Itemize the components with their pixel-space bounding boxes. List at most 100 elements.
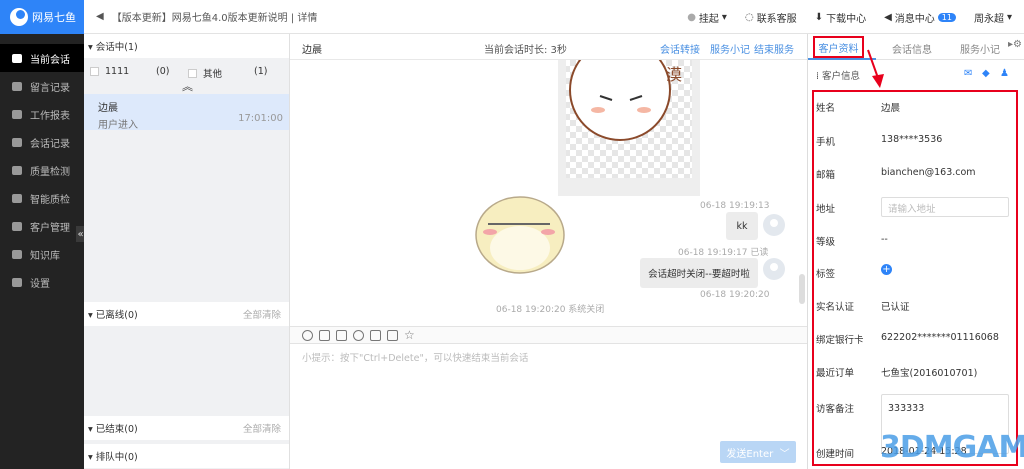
filter-1111[interactable]: 1111 bbox=[90, 66, 129, 77]
field-label: 地址 bbox=[816, 204, 836, 215]
note-icon bbox=[12, 81, 22, 91]
add-tag-icon[interactable]: + bbox=[881, 264, 892, 275]
collapse-up-icon[interactable]: ︽ bbox=[182, 78, 193, 94]
announcement[interactable]: ◀ 【版本更新】网易七鱼4.0版本更新说明 | 详情 bbox=[96, 9, 317, 24]
dashboard-icon bbox=[12, 165, 22, 175]
sidebar-item[interactable]: 质量检测 bbox=[0, 156, 84, 184]
field-value: 七鱼宝(2016010701) bbox=[881, 368, 978, 379]
announcement-text[interactable]: 【版本更新】网易七鱼4.0版本更新说明 | 详情 bbox=[112, 9, 318, 24]
user-menu[interactable]: 周永超 ▾ bbox=[974, 10, 1012, 25]
clear-all-link[interactable]: 全部清除 bbox=[243, 307, 281, 321]
scrollbar[interactable] bbox=[799, 274, 805, 304]
filter-count: (1) bbox=[254, 66, 268, 77]
message-center-link[interactable]: ◀ 消息中心 11 bbox=[884, 10, 956, 25]
star-icon[interactable]: ☆ bbox=[404, 328, 415, 342]
field-label: 手机 bbox=[816, 137, 836, 148]
sidebar-item-label: 知识库 bbox=[30, 250, 60, 262]
sidebar-nav: 当前会话留言记录工作报表会话记录质量检测智能质检客户管理知识库设置 bbox=[0, 34, 84, 469]
field-value: 边晨 bbox=[881, 103, 901, 114]
file-upload-icon[interactable] bbox=[336, 329, 347, 341]
sidebar-item[interactable]: 留言记录 bbox=[0, 72, 84, 100]
download-center-link[interactable]: ⬇ 下载中心 bbox=[815, 10, 866, 25]
service-note-link[interactable]: 服务小记 bbox=[710, 41, 750, 56]
field-value: -- bbox=[881, 234, 888, 245]
field-value: 已认证 bbox=[881, 302, 910, 313]
address-placeholder: 请输入地址 bbox=[888, 204, 936, 215]
ended-header[interactable]: ▾ 已结束(0) 全部清除 bbox=[84, 416, 289, 440]
emoji-icon[interactable] bbox=[302, 329, 313, 341]
transfer-link[interactable]: 会话转接 bbox=[660, 41, 700, 56]
sidebar-item[interactable]: 工作报表 bbox=[0, 100, 84, 128]
text-icon[interactable] bbox=[370, 329, 381, 341]
field-value: 138****3536 bbox=[881, 134, 943, 145]
field-label: 邮箱 bbox=[816, 170, 836, 181]
sidebar-item[interactable]: 客户管理 bbox=[0, 212, 84, 240]
field-label: 实名认证 bbox=[816, 302, 855, 313]
status-dropdown[interactable]: ● 挂起 ▾ bbox=[687, 10, 727, 25]
customer-panel: 客户资料 会话信息 服务小记 ▸⚙ ⁞ 客户信息 ✉ ◆ ♟ 姓名 边晨 手机 138… bbox=[808, 34, 1024, 469]
bird-sticker bbox=[475, 196, 565, 274]
field-label: 标签 bbox=[816, 269, 836, 280]
message-time: 06-18 19:19:13 bbox=[700, 201, 770, 211]
field-label: 访客备注 bbox=[816, 404, 855, 415]
sidebar-item-label: 当前会话 bbox=[30, 54, 70, 66]
watermark: 3DMGAME bbox=[880, 430, 1024, 465]
sidebar-item-label: 工作报表 bbox=[30, 110, 70, 122]
filter-count: (0) bbox=[156, 66, 170, 77]
image-icon[interactable] bbox=[319, 329, 330, 341]
session-name: 边晨 bbox=[98, 103, 118, 114]
sidebar-item[interactable]: 当前会话 bbox=[0, 44, 84, 72]
session-time: 17:01:00 bbox=[238, 113, 283, 124]
queue-header[interactable]: ▾ 排队中(0) bbox=[84, 444, 289, 468]
panel-tabs: 客户资料 会话信息 服务小记 ▸⚙ bbox=[808, 34, 1024, 60]
session-duration: 当前会话时长: 3秒 bbox=[484, 45, 567, 56]
checkbox[interactable] bbox=[188, 68, 197, 78]
offline-header[interactable]: ▾ 已离线(0) 全部清除 bbox=[84, 302, 289, 326]
message-badge: 11 bbox=[937, 12, 956, 22]
book-icon bbox=[12, 249, 22, 259]
settings-gear-icon[interactable]: ▸⚙ bbox=[1008, 39, 1022, 50]
sidebar-item-label: 设置 bbox=[30, 278, 50, 290]
chat-header: 边晨 当前会话时长: 3秒 会话转接 服务小记 结束服务 bbox=[290, 34, 807, 60]
session-list: ▾ 会话中(1) 1111 (0) 其他 (1) ︽ 边晨 用户进入 17:01… bbox=[84, 34, 290, 469]
section-title: ⁞ 客户信息 bbox=[816, 71, 861, 82]
active-sessions-header[interactable]: ▾ 会话中(1) bbox=[84, 34, 289, 58]
message-input[interactable]: 小提示：按下"Ctrl+Delete"，可以快速结束当前会话 bbox=[302, 350, 528, 364]
tab-session-info[interactable]: 会话信息 bbox=[892, 41, 932, 56]
message-bubble: 会话超时关闭--要超时啦 bbox=[640, 258, 758, 288]
address-input[interactable]: 请输入地址 bbox=[881, 197, 1009, 217]
top-bar: ◀ 【版本更新】网易七鱼4.0版本更新说明 | 详情 ● 挂起 ▾ ◌ 联系客服 ⬇ 下载… bbox=[84, 0, 1024, 34]
contact-support-link[interactable]: ◌ 联系客服 bbox=[745, 10, 797, 25]
read-receipt: 已读 bbox=[750, 248, 769, 258]
quick-reply-icon[interactable] bbox=[353, 329, 364, 341]
end-service-link[interactable]: 结束服务 bbox=[754, 41, 794, 56]
sidebar-item-label: 智能质检 bbox=[30, 194, 70, 206]
visitor-name: 边晨 bbox=[302, 45, 322, 56]
headset-icon: ◌ bbox=[744, 11, 754, 23]
tab-customer-info[interactable]: 客户资料 bbox=[813, 36, 864, 58]
sidebar-item[interactable]: 知识库 bbox=[0, 240, 84, 268]
tab-service-note[interactable]: 服务小记 bbox=[960, 41, 1000, 56]
bar-chart-icon bbox=[12, 109, 22, 119]
sidebar-item-label: 客户管理 bbox=[30, 222, 70, 234]
send-button[interactable]: 发送Enter ﹀ bbox=[720, 441, 796, 463]
mail-icon[interactable]: ✉ bbox=[964, 68, 972, 79]
sticker-image: 漠 bbox=[558, 60, 700, 196]
agent-avatar bbox=[763, 258, 785, 280]
session-item[interactable]: 边晨 用户进入 17:01:00 bbox=[84, 94, 289, 131]
chat-icon bbox=[12, 53, 22, 63]
filter-other[interactable]: 其他 bbox=[188, 66, 222, 80]
sidebar-item[interactable]: 智能质检 bbox=[0, 184, 84, 212]
user-add-icon[interactable]: ♟ bbox=[1000, 68, 1009, 79]
checkbox[interactable] bbox=[90, 67, 99, 76]
input-toolbar: ☆ bbox=[290, 326, 807, 344]
clear-all-link[interactable]: 全部清除 bbox=[243, 421, 281, 435]
sidebar-item[interactable]: 设置 bbox=[0, 268, 84, 296]
form-icon[interactable] bbox=[387, 329, 398, 341]
tag-icon[interactable]: ◆ bbox=[982, 68, 990, 79]
wrench-icon bbox=[12, 277, 22, 287]
agent-avatar bbox=[763, 214, 785, 236]
sidebar-item[interactable]: 会话记录 bbox=[0, 128, 84, 156]
download-icon: ⬇ bbox=[814, 11, 824, 23]
sidebar-item-label: 会话记录 bbox=[30, 138, 70, 150]
